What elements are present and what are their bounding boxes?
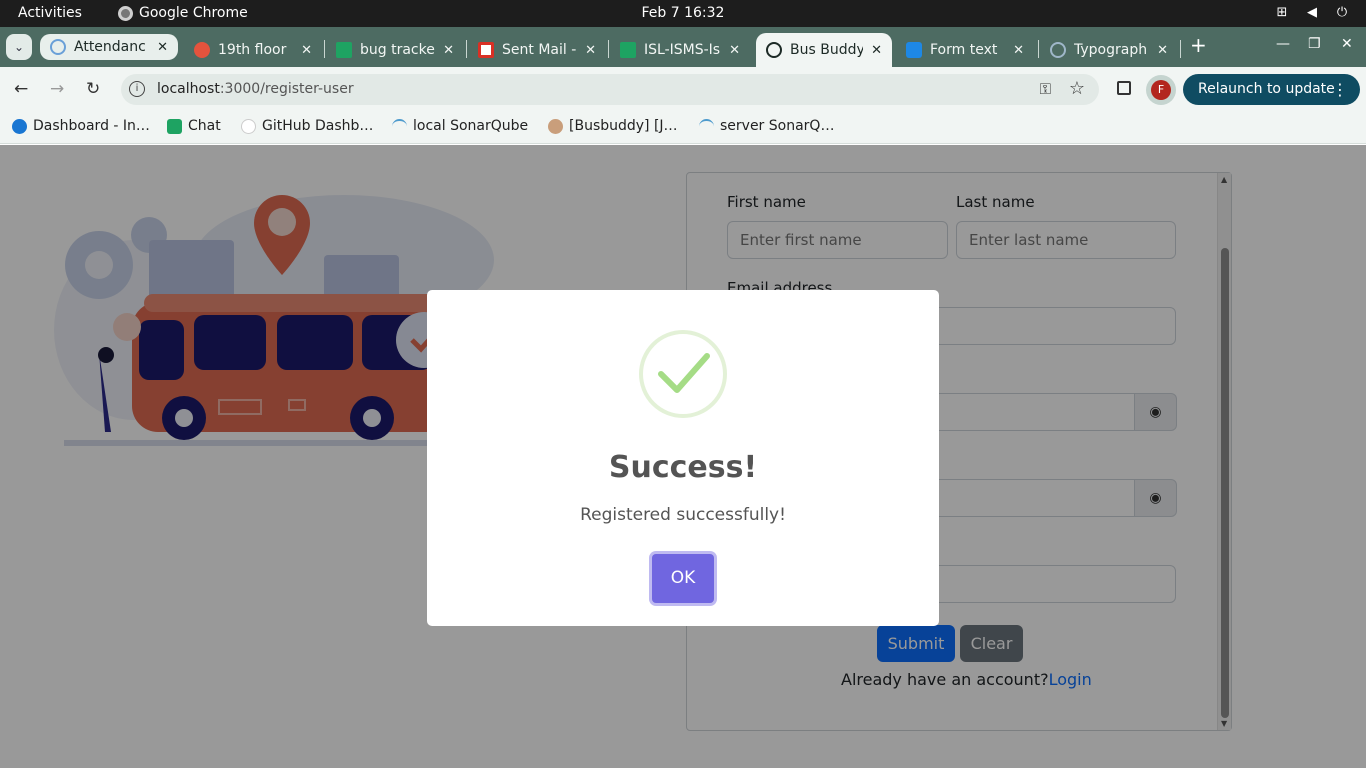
tab-19th-floor[interactable]: 19th floor ✕ — [184, 33, 322, 67]
tab-title: Bus Buddy — [790, 42, 864, 58]
tab-title: 19th floor — [218, 42, 287, 58]
bookmark-dashboard[interactable]: Dashboard - In… — [12, 118, 150, 134]
bookmark-star-icon[interactable]: ☆ — [1069, 78, 1085, 99]
url-text[interactable]: localhost:3000/register-user — [157, 81, 354, 97]
sonarqube-icon — [392, 118, 407, 134]
tab-separator — [466, 40, 467, 58]
close-tab-icon[interactable]: ✕ — [157, 40, 168, 55]
bookmark-chat[interactable]: Chat — [167, 118, 221, 134]
success-check-icon — [639, 330, 727, 418]
browser-toolbar: ← → ↻ i localhost:3000/register-user ⚿ ☆… — [0, 67, 1366, 112]
sheets-icon — [336, 42, 352, 58]
tab-title: bug tracke — [360, 42, 435, 58]
chat-icon — [167, 118, 182, 134]
maximize-icon[interactable]: ❐ — [1308, 36, 1321, 52]
bookmark-label: server SonarQ… — [720, 118, 835, 134]
tab-separator — [1038, 40, 1039, 58]
sheets-icon — [620, 42, 636, 58]
tab-separator — [324, 40, 325, 58]
clock[interactable]: Feb 7 16:32 — [0, 5, 1366, 21]
ok-button[interactable]: OK — [652, 554, 714, 603]
close-tab-icon[interactable]: ✕ — [443, 43, 454, 58]
github-icon — [241, 118, 256, 134]
tab-separator — [1180, 40, 1181, 58]
new-tab-plus-icon[interactable]: + — [1190, 35, 1207, 55]
tab-bug-tracker[interactable]: bug tracke ✕ — [326, 33, 464, 67]
tab-search-chevron-icon[interactable]: ⌄ — [6, 34, 32, 60]
tab-typography[interactable]: Typograph ✕ — [1040, 33, 1178, 67]
jira-avatar-icon — [548, 118, 563, 134]
sonarqube-icon — [699, 118, 714, 134]
tab-isl-isms[interactable]: ISL-ISMS-Is ✕ — [610, 33, 750, 67]
network-icon[interactable]: ⊞ — [1274, 5, 1290, 21]
forward-arrow-icon[interactable]: → — [50, 79, 64, 99]
profile-avatar[interactable]: F — [1146, 75, 1176, 105]
tab-title: ISL-ISMS-Is — [644, 42, 721, 58]
bookmark-label: [Busbuddy] [J… — [569, 118, 678, 134]
tab-form-text[interactable]: Form text ✕ — [896, 33, 1034, 67]
favicon-icon — [50, 39, 66, 55]
bookmark-label: Chat — [188, 118, 221, 134]
globe-icon — [1050, 42, 1066, 58]
bookmark-label: Dashboard - In… — [33, 118, 150, 134]
tab-bus-buddy[interactable]: Bus Buddy ✕ — [756, 33, 892, 67]
close-tab-icon[interactable]: ✕ — [729, 43, 740, 58]
tab-strip: ⌄ Attendanc ✕ 19th floor ✕ bug tracke ✕ … — [0, 27, 1366, 67]
tab-title: Attendanc — [74, 39, 146, 55]
minimize-icon[interactable]: — — [1276, 36, 1290, 52]
url-path: :3000/register-user — [219, 81, 354, 97]
password-key-icon[interactable]: ⚿ — [1040, 80, 1051, 98]
site-info-icon[interactable]: i — [129, 81, 145, 97]
react-icon — [766, 42, 782, 58]
close-tab-icon[interactable]: ✕ — [1013, 43, 1024, 58]
tab-sent-mail[interactable]: Sent Mail - ✕ — [468, 33, 606, 67]
power-icon[interactable]: ⏻ — [1334, 5, 1350, 21]
system-tray[interactable]: ⊞ ◀ ⏻ — [1274, 5, 1350, 21]
kebab-menu-icon[interactable]: ⋮ — [1332, 74, 1348, 105]
tab-title: Sent Mail - — [502, 42, 577, 58]
back-arrow-icon[interactable]: ← — [14, 79, 28, 99]
profile-initial: F — [1151, 80, 1171, 100]
dashboard-icon — [12, 118, 27, 134]
favicon-icon — [194, 42, 210, 58]
tab-separator — [608, 40, 609, 58]
address-bar[interactable]: i localhost:3000/register-user ⚿ ☆ — [121, 74, 1099, 105]
dialog-message: Registered successfully! — [580, 505, 786, 525]
close-tab-icon[interactable]: ✕ — [301, 43, 312, 58]
bookmark-busbuddy-jira[interactable]: [Busbuddy] [J… — [548, 118, 678, 134]
bookmarks-bar: Dashboard - In… Chat GitHub Dashb… local… — [0, 112, 1366, 144]
tab-title: Form text — [930, 42, 998, 58]
url-host: localhost — [157, 81, 220, 97]
page-viewport: First name Last name Email address ◉ ◉ S… — [0, 145, 1366, 768]
close-tab-icon[interactable]: ✕ — [1157, 43, 1168, 58]
close-tab-icon[interactable]: ✕ — [585, 43, 596, 58]
tab-attendance[interactable]: Attendanc ✕ — [40, 34, 178, 60]
dialog-title: Success! — [608, 450, 758, 485]
relaunch-label: Relaunch to update — [1198, 81, 1335, 97]
relaunch-button[interactable]: Relaunch to update ⋮ — [1183, 74, 1360, 105]
bootstrap-icon — [906, 42, 922, 58]
bookmark-server-sonarqube[interactable]: server SonarQ… — [699, 118, 834, 134]
system-top-bar: Activities Google Chrome Feb 7 16:32 ⊞ ◀… — [0, 0, 1366, 27]
bookmark-github[interactable]: GitHub Dashb… — [241, 118, 373, 134]
bookmark-label: local SonarQube — [413, 118, 529, 134]
success-dialog: Success! Registered successfully! OK — [427, 290, 939, 626]
close-window-icon[interactable]: ✕ — [1341, 36, 1353, 52]
close-tab-icon[interactable]: ✕ — [871, 43, 882, 58]
bookmark-local-sonarqube[interactable]: local SonarQube — [392, 118, 528, 134]
volume-icon[interactable]: ◀ — [1304, 5, 1320, 21]
side-panel-icon[interactable] — [1117, 81, 1131, 95]
gmail-icon — [478, 42, 494, 58]
reload-icon[interactable]: ↻ — [86, 79, 100, 99]
tab-title: Typograph — [1074, 42, 1148, 58]
bookmark-label: GitHub Dashb… — [262, 118, 374, 134]
